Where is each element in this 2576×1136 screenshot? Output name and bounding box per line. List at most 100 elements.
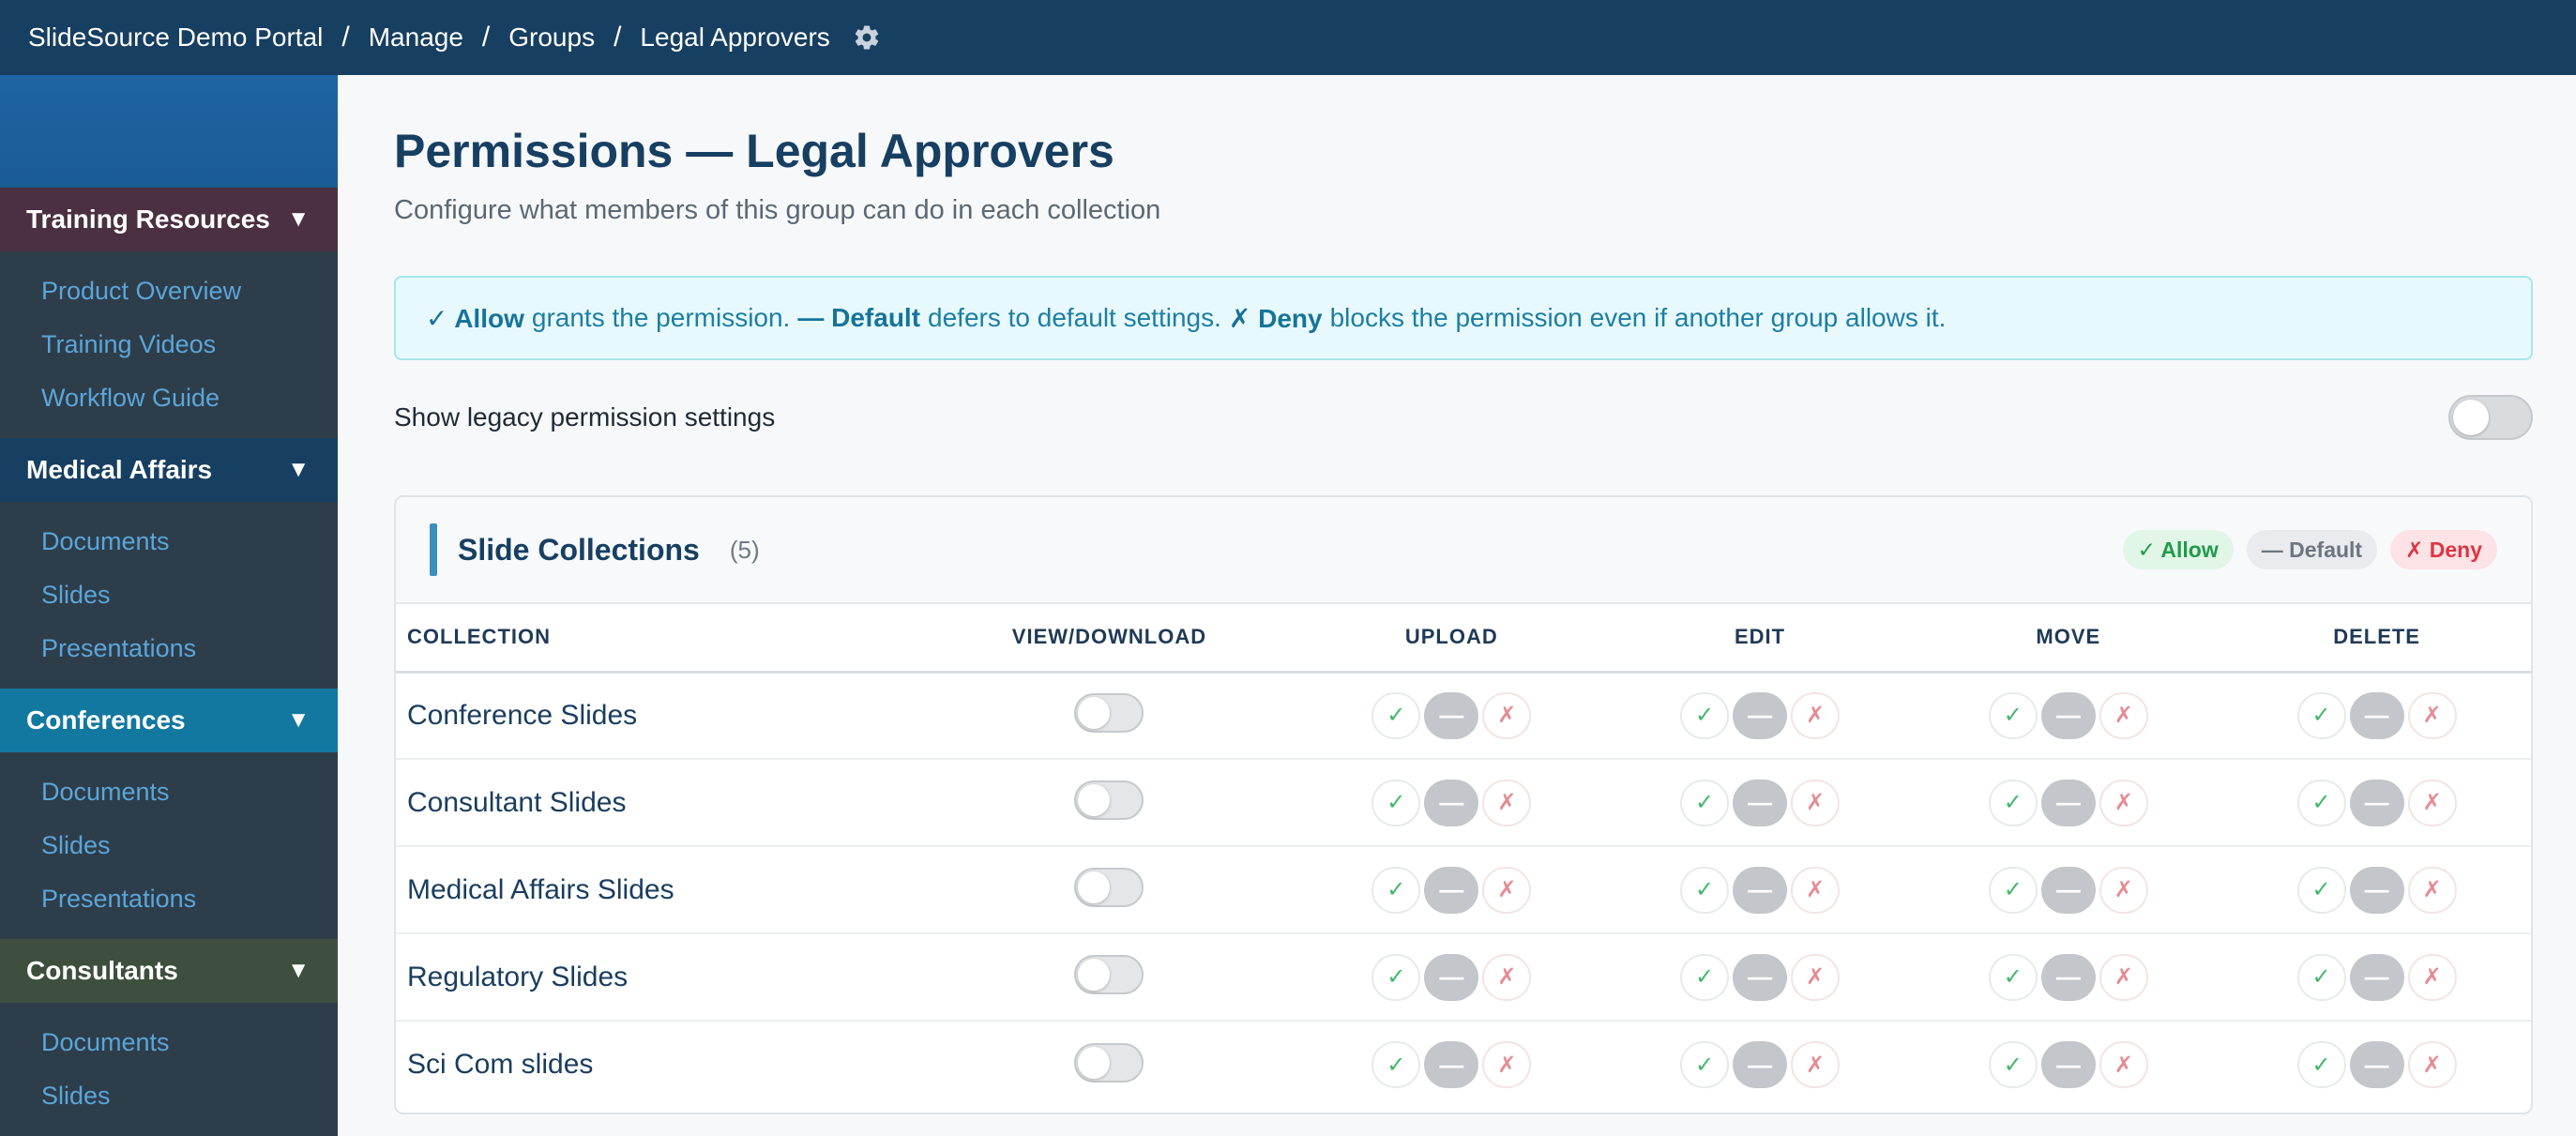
delete-default-button[interactable]: — [2349,691,2404,739]
sidebar-section-header[interactable]: Conferences ▼ [0,689,338,752]
edit-default-button[interactable]: — [1733,953,1788,1001]
upload-allow-button[interactable]: ✓ [1371,866,1421,914]
edit-deny-button[interactable]: ✗ [1791,866,1841,914]
move-deny-button[interactable]: ✗ [2099,691,2148,739]
view-download-toggle[interactable] [1074,693,1144,734]
edit-default-button[interactable]: — [1733,1041,1788,1088]
table-row: Medical Affairs Slides ✓ — ✗ ✓ — ✗ ✓ — ✗ ✓ — ✗ [396,846,2531,934]
slide-collections-card: Slide Collections (5) ✓ Allow — Default … [394,495,2533,1114]
view-download-toggle[interactable] [1074,1042,1144,1083]
upload-cell: ✓ — ✗ [1296,759,1606,847]
delete-deny-button[interactable]: ✗ [2407,866,2457,914]
move-default-button[interactable]: — [2040,953,2096,1001]
move-allow-button[interactable]: ✓ [1988,779,2038,826]
delete-default-button[interactable]: — [2349,1041,2404,1088]
upload-allow-button[interactable]: ✓ [1371,779,1421,826]
edit-allow-button[interactable]: ✓ [1680,1041,1730,1088]
move-cell: ✓ — ✗ [1914,759,2223,847]
upload-default-button[interactable]: — [1424,1041,1479,1088]
edit-deny-button[interactable]: ✗ [1791,1041,1841,1088]
upload-allow-button[interactable]: ✓ [1371,953,1421,1001]
upload-deny-button[interactable]: ✗ [1482,1041,1532,1088]
sidebar-item-product-overview[interactable]: Product Overview [0,265,338,318]
delete-allow-button[interactable]: ✓ [2296,1041,2346,1088]
delete-allow-button[interactable]: ✓ [2296,953,2346,1001]
delete-deny-button[interactable]: ✗ [2407,779,2457,826]
sidebar-item-slides[interactable]: Slides [0,568,338,622]
sidebar-section-header[interactable]: Medical Affairs ▼ [0,438,338,502]
sidebar-item-presentations[interactable]: Presentations [0,622,338,675]
delete-default-button[interactable]: — [2349,866,2404,914]
move-deny-button[interactable]: ✗ [2099,953,2148,1001]
view-download-toggle[interactable] [1074,868,1144,907]
sidebar-item-slides[interactable]: Slides [0,1069,338,1123]
upload-deny-button[interactable]: ✗ [1482,866,1532,914]
upload-default-button[interactable]: — [1424,779,1479,826]
breadcrumb-current: Legal Approvers [640,23,830,52]
edit-default-button[interactable]: — [1733,779,1788,826]
info-allow-label: ✓ Allow [426,303,524,333]
delete-deny-button[interactable]: ✗ [2407,1041,2457,1088]
toggle-knob [1078,1046,1111,1079]
delete-default-button[interactable]: — [2349,779,2404,826]
edit-allow-button[interactable]: ✓ [1680,691,1730,739]
edit-allow-button[interactable]: ✓ [1680,953,1730,1001]
chevron-down-icon: ▼ [287,457,310,482]
delete-deny-button[interactable]: ✗ [2407,953,2457,1001]
edit-deny-button[interactable]: ✗ [1791,691,1841,739]
delete-allow-button[interactable]: ✓ [2296,779,2346,826]
sidebar-item-documents[interactable]: Documents [0,515,338,568]
legend-allow-badge: ✓ Allow [2122,530,2234,569]
sidebar-item-training-videos[interactable]: Training Videos [0,318,338,371]
move-deny-button[interactable]: ✗ [2099,1041,2148,1088]
sidebar-logo [0,75,338,188]
gear-icon[interactable] [853,23,881,52]
upload-deny-button[interactable]: ✗ [1482,691,1532,739]
sidebar-section-header[interactable]: Consultants ▼ [0,939,338,1003]
sidebar-item-slides[interactable]: Slides [0,819,338,872]
move-default-button[interactable]: — [2040,866,2096,914]
move-allow-button[interactable]: ✓ [1988,1041,2038,1088]
sidebar-item-presentations[interactable]: Presentations [0,1123,338,1136]
sidebar-section-header[interactable]: Training Resources ▼ [0,188,338,251]
upload-default-button[interactable]: — [1424,953,1479,1001]
view-download-toggle[interactable] [1074,955,1144,994]
column-header-upload: UPLOAD [1296,604,1606,674]
sidebar-item-documents[interactable]: Documents [0,1016,338,1069]
move-allow-button[interactable]: ✓ [1988,866,2038,914]
move-deny-button[interactable]: ✗ [2099,779,2148,826]
edit-default-button[interactable]: — [1733,691,1788,739]
upload-default-button[interactable]: — [1424,866,1479,914]
sidebar-item-documents[interactable]: Documents [0,765,338,819]
upload-allow-button[interactable]: ✓ [1371,691,1421,739]
delete-allow-button[interactable]: ✓ [2296,866,2346,914]
upload-allow-button[interactable]: ✓ [1371,1041,1421,1088]
column-header-delete: DELETE [2222,604,2531,674]
upload-deny-button[interactable]: ✗ [1482,953,1532,1001]
legend: ✓ Allow — Default ✗ Deny [2122,530,2497,569]
move-deny-button[interactable]: ✗ [2099,866,2148,914]
edit-deny-button[interactable]: ✗ [1791,779,1841,826]
move-allow-button[interactable]: ✓ [1988,691,2038,739]
move-allow-button[interactable]: ✓ [1988,953,2038,1001]
breadcrumb-portal[interactable]: SlideSource Demo Portal [28,23,323,53]
edit-deny-button[interactable]: ✗ [1791,953,1841,1001]
move-default-button[interactable]: — [2040,691,2096,739]
edit-allow-button[interactable]: ✓ [1680,779,1730,826]
delete-deny-button[interactable]: ✗ [2407,691,2457,739]
sidebar-item-workflow-guide[interactable]: Workflow Guide [0,371,338,425]
upload-deny-button[interactable]: ✗ [1482,779,1532,826]
move-default-button[interactable]: — [2040,1041,2096,1088]
delete-allow-button[interactable]: ✓ [2296,691,2346,739]
move-default-button[interactable]: — [2040,779,2096,826]
breadcrumb-manage[interactable]: Manage [369,23,463,53]
column-header-collection: COLLECTION [396,604,921,674]
view-download-toggle[interactable] [1074,780,1144,820]
edit-default-button[interactable]: — [1733,866,1788,914]
edit-allow-button[interactable]: ✓ [1680,866,1730,914]
delete-default-button[interactable]: — [2349,953,2404,1001]
breadcrumb-groups[interactable]: Groups [508,23,595,53]
upload-default-button[interactable]: — [1424,691,1479,739]
legacy-settings-toggle[interactable] [2448,395,2533,440]
sidebar-item-presentations[interactable]: Presentations [0,872,338,926]
